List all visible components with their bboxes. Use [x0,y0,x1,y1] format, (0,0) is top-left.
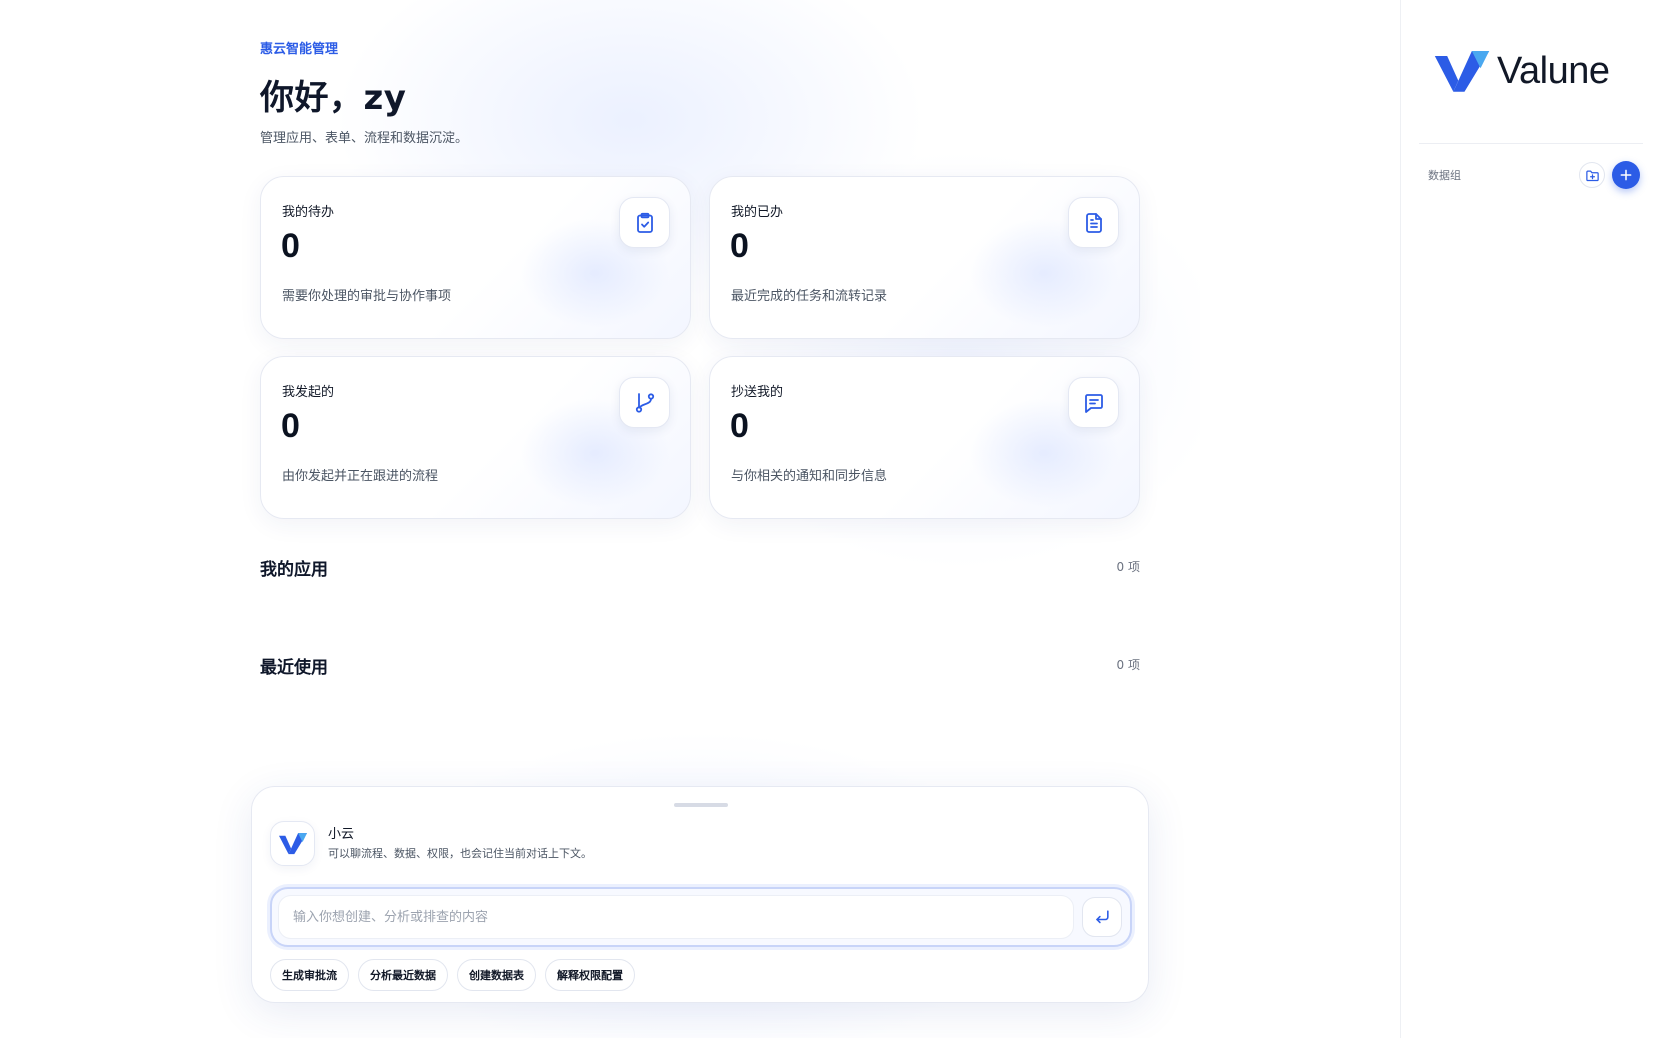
chat-input-wrapper [270,887,1132,947]
card-value: 0 [730,227,749,265]
chip-create-data-table[interactable]: 创建数据表 [457,959,536,991]
card-description: 由你发起并正在跟进的流程 [282,469,439,484]
valune-logo-icon [1434,50,1490,92]
card-value: 0 [281,407,300,445]
section-count-my-apps: 0 项 [1116,560,1140,574]
enter-icon [1096,910,1109,924]
main-area: 惠云智能管理 你好，zy 管理应用、表单、流程和数据沉淀。 我的待办 0 需要你… [0,0,1400,1038]
card-description: 最近完成的任务和流转记录 [731,289,888,304]
section-count-recent: 0 项 [1116,658,1140,672]
chip-generate-approval-flow[interactable]: 生成审批流 [270,959,349,991]
card-initiated-by-me[interactable]: 我发起的 0 由你发起并正在跟进的流程 [260,356,691,519]
new-folder-button[interactable] [1579,162,1605,188]
assistant-name: 小云 [328,827,355,842]
sidebar-divider [1419,143,1643,144]
chip-explain-permissions[interactable]: 解释权限配置 [545,959,635,991]
data-group-label: 数据组 [1428,169,1461,182]
page-title: 你好，zy [260,78,407,118]
clipboard-check-icon [619,197,670,248]
logo-text: Valune [1497,50,1610,92]
add-data-group-button[interactable] [1612,161,1640,189]
section-title-my-apps: 我的应用 [260,560,328,580]
message-icon [1068,377,1119,428]
card-title: 我发起的 [282,385,335,400]
card-my-todo[interactable]: 我的待办 0 需要你处理的审批与协作事项 [260,176,691,339]
brand-logo[interactable]: Valune [1433,50,1610,93]
card-description: 需要你处理的审批与协作事项 [282,289,452,304]
section-title-recent: 最近使用 [260,658,328,678]
git-branch-icon [619,377,670,428]
assistant-avatar [270,821,315,866]
page-tagline: 管理应用、表单、流程和数据沉淀。 [260,131,469,146]
card-title: 我的待办 [282,205,335,220]
folder-plus-icon [1585,170,1599,181]
drag-handle[interactable] [674,803,728,807]
card-title: 我的已办 [731,205,784,220]
card-my-done[interactable]: 我的已办 0 最近完成的任务和流转记录 [709,176,1140,339]
card-value: 0 [281,227,300,265]
suggestion-chips: 生成审批流 分析最近数据 创建数据表 解释权限配置 [270,959,635,991]
chip-analyze-recent-data[interactable]: 分析最近数据 [358,959,448,991]
card-description: 与你相关的通知和同步信息 [731,469,888,484]
document-icon [1068,197,1119,248]
card-value: 0 [730,407,749,445]
plus-icon [1620,169,1632,181]
assistant-description: 可以聊流程、数据、权限，也会记住当前对话上下文。 [328,847,592,860]
card-cc-to-me[interactable]: 抄送我的 0 与你相关的通知和同步信息 [709,356,1140,519]
right-sidebar: Valune 数据组 [1400,0,1660,1038]
send-button[interactable] [1082,897,1122,937]
assistant-panel: 小云 可以聊流程、数据、权限，也会记住当前对话上下文。 生成审批流 分析最近数据… [251,786,1149,1003]
valune-logo-icon [278,832,307,854]
chat-input[interactable] [278,895,1074,939]
brand-subtitle: 惠云智能管理 [260,42,339,57]
card-title: 抄送我的 [731,385,784,400]
